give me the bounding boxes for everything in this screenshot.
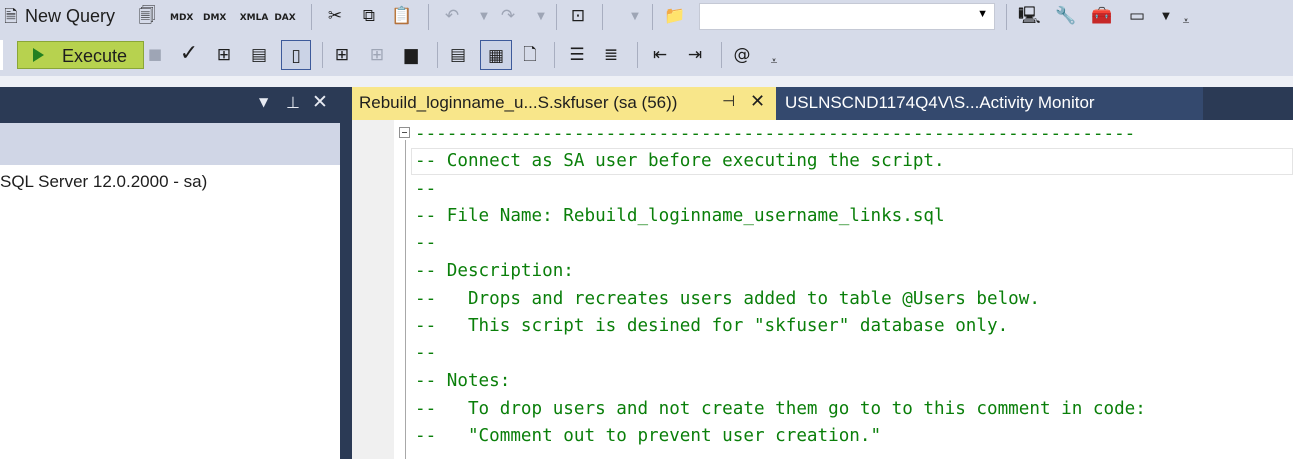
separator	[1006, 4, 1007, 30]
properties-wrench-icon[interactable]: 🔧	[1055, 5, 1077, 27]
paste-icon[interactable]: 📋	[391, 5, 413, 27]
code-line[interactable]: -- Description:	[415, 260, 574, 282]
decrease-indent-icon[interactable]: ⇤	[649, 44, 671, 66]
execute-button[interactable]: Execute	[17, 41, 144, 69]
window-position-dropdown-icon[interactable]: ▼	[259, 95, 268, 109]
code-line[interactable]: --	[415, 232, 436, 254]
query-options-icon[interactable]: ▤	[248, 44, 270, 66]
tab-label: USLNSCND1174Q4V\S...Activity Monitor	[785, 93, 1095, 112]
comment-lines-icon[interactable]: ☰	[566, 44, 588, 66]
separator	[322, 42, 323, 68]
undo-dropdown-icon[interactable]: ▼	[473, 6, 495, 28]
separator	[311, 4, 312, 30]
dax-query-button[interactable]: DAX	[274, 7, 296, 29]
separator	[554, 42, 555, 68]
redo-icon[interactable]: ↷	[497, 5, 519, 27]
object-explorer-tree	[0, 165, 340, 459]
code-line[interactable]: -- File Name: Rebuild_loginname_username…	[415, 205, 945, 227]
code-line[interactable]: -- Drops and recreates users added to ta…	[415, 288, 1040, 310]
tab-activity-monitor[interactable]: USLNSCND1174Q4V\S...Activity Monitor	[776, 87, 1203, 120]
close-icon[interactable]: ✕	[312, 91, 328, 113]
chevron-down-icon[interactable]: ▼	[977, 8, 988, 20]
separator	[437, 42, 438, 68]
code-line[interactable]: -- Notes:	[415, 370, 510, 392]
pane-splitter[interactable]	[340, 87, 352, 459]
include-actual-plan-icon[interactable]: ⊞	[331, 44, 353, 66]
code-line[interactable]: --	[415, 342, 436, 364]
cut-icon[interactable]: ✂	[324, 5, 346, 27]
separator	[428, 4, 429, 30]
solution-explorer-icon[interactable]: 🖳	[1018, 5, 1041, 27]
find-in-files-icon[interactable]: 📁	[664, 5, 686, 27]
toolbar-overflow-icon[interactable]: ⩡	[1175, 10, 1197, 32]
code-line[interactable]: -- This script is desined for "skfuser" …	[415, 315, 1008, 337]
code-line[interactable]: -- Connect as SA user before executing t…	[415, 150, 945, 172]
toolbar-grip	[0, 40, 3, 70]
parse-check-icon[interactable]: ✓	[178, 43, 200, 65]
code-line[interactable]: -- To drop users and not create them go …	[415, 398, 1146, 420]
uncomment-lines-icon[interactable]: ≣	[600, 44, 622, 66]
copy-icon[interactable]: ⧉	[358, 5, 380, 27]
tab-strip-empty	[1203, 87, 1293, 120]
results-to-grid-icon[interactable]: ▦	[480, 40, 512, 70]
pin-icon[interactable]: ⊣	[722, 92, 735, 110]
activity-monitor-icon[interactable]: ⊡	[567, 5, 589, 27]
auto-hide-pin-icon[interactable]: ⊥	[286, 93, 300, 112]
cancel-query-icon[interactable]: ■	[144, 43, 166, 65]
collapse-icon[interactable]	[399, 127, 410, 138]
new-query-icon[interactable]: 🗎	[0, 6, 22, 28]
server-tree-node[interactable]: SQL Server 12.0.2000 - sa)	[0, 172, 207, 192]
execute-label: Execute	[62, 46, 128, 66]
execute-play-icon	[33, 48, 44, 62]
editor-margin	[352, 120, 394, 459]
mdx-query-button[interactable]: MDX	[170, 7, 193, 29]
separator	[652, 4, 653, 30]
toolbox-icon[interactable]: 🧰	[1091, 5, 1113, 27]
results-to-file-icon[interactable]: 🗋	[519, 44, 541, 66]
new-query-button[interactable]: New Query	[25, 6, 115, 27]
outlining-line	[405, 140, 406, 459]
command-window-icon[interactable]: ▭	[1126, 5, 1148, 27]
search-combo-box[interactable]: ▼	[699, 3, 995, 30]
display-estimated-plan-icon[interactable]: ⊞	[213, 44, 235, 66]
redo-dropdown-icon[interactable]: ▼	[530, 6, 552, 28]
solution-config-dropdown-icon[interactable]: ▼	[624, 6, 646, 28]
xmla-query-button[interactable]: XMLA	[239, 7, 269, 29]
toolbar-overflow-icon[interactable]: ⩡	[763, 50, 785, 72]
separator	[637, 42, 638, 68]
increase-indent-icon[interactable]: ⇥	[684, 44, 706, 66]
code-line[interactable]: ----------------------------------------…	[415, 123, 1135, 145]
dmx-query-button[interactable]: DMX	[203, 7, 226, 29]
object-explorer-header: ▼ ⊥ ✕	[0, 87, 340, 123]
live-query-statistics-icon[interactable]: ⊞	[366, 44, 388, 66]
intellisense-enabled-icon[interactable]: ▯	[281, 40, 311, 70]
object-explorer-toolbar	[0, 123, 340, 165]
standard-toolbar: 🗎 New Query 🗐 MDX DMX XMLA DAX ✂ ⧉ 📋 ↶ ▼…	[0, 0, 1293, 36]
separator	[602, 4, 603, 30]
database-engine-query-icon[interactable]: 🗐	[136, 5, 158, 27]
code-line[interactable]: -- "Comment out to prevent user creation…	[415, 425, 881, 447]
separator	[721, 42, 722, 68]
specify-template-parameters-icon[interactable]: @	[731, 44, 753, 66]
client-statistics-icon[interactable]: ▆	[400, 44, 422, 66]
separator	[556, 4, 557, 30]
undo-icon[interactable]: ↶	[441, 5, 463, 27]
results-to-text-icon[interactable]: ▤	[447, 44, 469, 66]
tab-rebuild-script[interactable]: Rebuild_loginname_u...S.skfuser (sa (56)…	[352, 87, 776, 120]
close-icon[interactable]: ✕	[750, 91, 765, 112]
tab-label: Rebuild_loginname_u...S.skfuser (sa (56)…	[359, 93, 678, 112]
more-windows-dropdown-icon[interactable]: ▼	[1155, 6, 1177, 28]
code-line[interactable]: --	[415, 178, 436, 200]
